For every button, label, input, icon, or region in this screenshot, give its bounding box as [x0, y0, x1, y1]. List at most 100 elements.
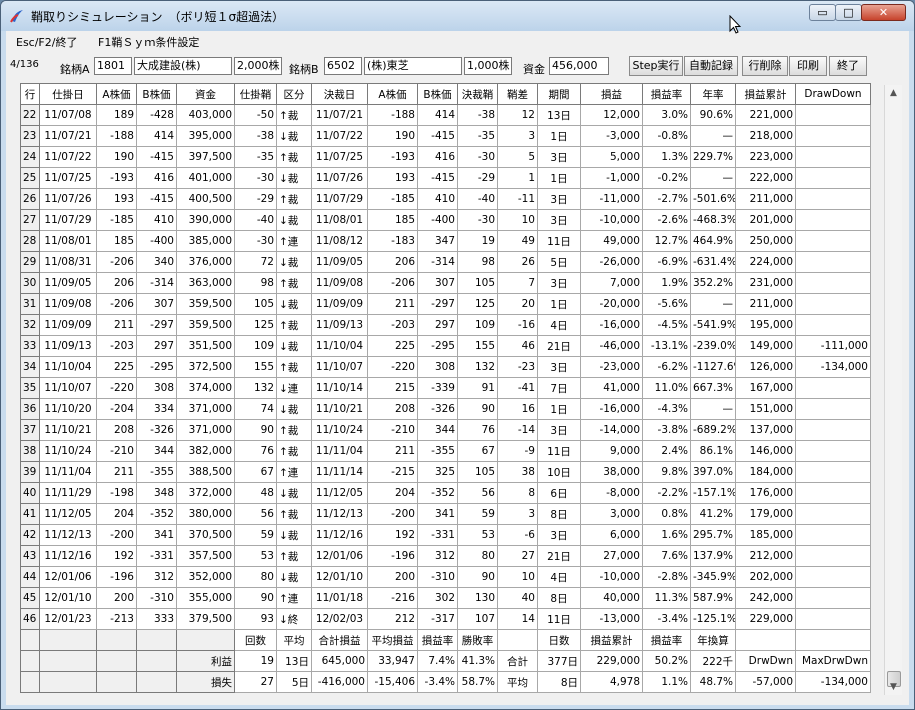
cell[interactable]: -125.1% [690, 608, 736, 630]
cell[interactable]: 80 [457, 545, 498, 567]
cell[interactable]: 302 [417, 587, 458, 609]
cell[interactable]: ↑連 [276, 461, 312, 483]
table-row[interactable]: 41 11/12/05 204 -352 380,000 56 ↑裁 11/12/13 -200… [20, 503, 871, 525]
cell[interactable]: -26,000 [580, 251, 643, 273]
cell[interactable]: — [690, 293, 736, 315]
cell[interactable]: 27 [20, 209, 40, 231]
cell[interactable]: -3.4% [417, 671, 458, 693]
cell[interactable]: -6.2% [642, 356, 691, 378]
cell[interactable]: -30 [457, 146, 498, 168]
cell[interactable]: — [690, 398, 736, 420]
cell[interactable]: 385,000 [176, 230, 235, 252]
table-row[interactable]: 23 11/07/21 -188 414 395,000 -38 ↓裁 11/07/22 190… [20, 125, 871, 147]
stock-b-name-field[interactable]: (株)東芝 [364, 57, 462, 75]
cell[interactable]: 11/12/16 [39, 545, 97, 567]
cell[interactable]: 105 [457, 272, 498, 294]
cell[interactable]: 40 [20, 482, 40, 504]
cell[interactable]: -2.8% [642, 566, 691, 588]
cell[interactable]: 242,000 [735, 587, 796, 609]
cell[interactable] [795, 230, 871, 252]
cell[interactable]: 11/11/29 [39, 482, 97, 504]
cell[interactable]: ↓裁 [276, 482, 312, 504]
cell[interactable]: 11日 [537, 230, 581, 252]
cell[interactable]: 225 [96, 356, 137, 378]
cell[interactable]: 23 [20, 125, 40, 147]
cell[interactable]: ↑裁 [276, 440, 312, 462]
cell[interactable]: 388,500 [176, 461, 235, 483]
cell[interactable]: DrawDown [795, 83, 871, 105]
cell[interactable] [795, 314, 871, 336]
cell[interactable]: 193 [367, 167, 418, 189]
cell[interactable]: -339 [417, 377, 458, 399]
cell[interactable]: 59 [234, 524, 277, 546]
cell[interactable]: -196 [367, 545, 418, 567]
cell[interactable]: 224,000 [735, 251, 796, 273]
cell[interactable]: 21日 [537, 335, 581, 357]
cell[interactable]: 390,000 [176, 209, 235, 231]
cell[interactable]: -206 [96, 251, 137, 273]
cell[interactable]: 363,000 [176, 272, 235, 294]
cell[interactable]: 6日 [537, 482, 581, 504]
cell[interactable]: A株価 [367, 83, 418, 105]
cell[interactable]: -30 [234, 230, 277, 252]
cell[interactable]: 347 [417, 230, 458, 252]
cell[interactable]: -415 [136, 188, 177, 210]
cell[interactable]: B株価 [417, 83, 458, 105]
cell[interactable]: 229,000 [735, 608, 796, 630]
cell[interactable]: 48 [234, 482, 277, 504]
capital-field[interactable]: 456,000 [549, 57, 609, 75]
cell[interactable]: 行 [20, 83, 40, 105]
table-row[interactable]: 38 11/10/24 -210 344 382,000 76 ↑裁 11/11/04 211-… [20, 440, 871, 462]
cell[interactable]: -50 [234, 104, 277, 126]
cell[interactable]: 2.4% [642, 440, 691, 462]
cell[interactable] [96, 671, 137, 693]
cell[interactable]: 229,000 [580, 650, 643, 672]
cell[interactable]: -111,000 [795, 335, 871, 357]
cell[interactable]: 11/09/09 [311, 293, 368, 315]
cell[interactable]: -204 [96, 398, 137, 420]
cell[interactable]: -331 [136, 545, 177, 567]
cell[interactable]: 3 [497, 503, 538, 525]
cell[interactable]: ↑連 [276, 587, 312, 609]
cell[interactable] [795, 482, 871, 504]
cell[interactable]: 33,947 [367, 650, 418, 672]
cell[interactable]: 80 [234, 566, 277, 588]
cell[interactable]: 211 [367, 293, 418, 315]
cell[interactable]: 109 [234, 335, 277, 357]
cell[interactable]: 38,000 [580, 461, 643, 483]
cell[interactable]: 67 [234, 461, 277, 483]
cell[interactable]: -206 [367, 272, 418, 294]
table-row[interactable]: 40 11/11/29 -198 348 372,000 48 ↓裁 11/12/05 204-… [20, 482, 871, 504]
cell[interactable]: 333 [136, 608, 177, 630]
cell[interactable]: -295 [417, 335, 458, 357]
cell[interactable]: 416 [136, 167, 177, 189]
cell[interactable]: 56 [234, 503, 277, 525]
cell[interactable]: 50.2% [642, 650, 691, 672]
cell[interactable]: -40 [234, 209, 277, 231]
delete-row-button[interactable]: 行削除 [742, 56, 788, 76]
auto-record-button[interactable]: 自動記録 [684, 56, 738, 76]
cell[interactable] [96, 629, 137, 651]
cell[interactable]: 93 [234, 608, 277, 630]
cell[interactable]: -29 [234, 188, 277, 210]
cell[interactable]: -416,000 [311, 671, 368, 693]
cell[interactable]: 155 [457, 335, 498, 357]
cell[interactable]: -13,000 [580, 608, 643, 630]
cell[interactable]: 5日 [537, 251, 581, 273]
cell[interactable]: 3,000 [580, 503, 643, 525]
cell[interactable]: -23 [497, 356, 538, 378]
table-row[interactable]: 32 11/09/09 211 -297 359,500 125 ↑裁 11/09/13 -20… [20, 314, 871, 336]
cell[interactable]: 218,000 [735, 125, 796, 147]
table-row[interactable]: 26 11/07/26 193 -415 400,500 -29 ↑裁 11/07/29 -18… [20, 188, 871, 210]
table-row[interactable]: 45 12/01/10 200 -310 355,000 90 ↑連 11/01/18 -216… [20, 587, 871, 609]
cell[interactable]: 397,500 [176, 146, 235, 168]
cell[interactable]: 12,000 [580, 104, 643, 126]
cell[interactable]: 334 [136, 398, 177, 420]
cell[interactable]: ↓裁 [276, 251, 312, 273]
cell[interactable]: -41 [497, 377, 538, 399]
cell[interactable]: 10 [497, 566, 538, 588]
cell[interactable]: 211,000 [735, 188, 796, 210]
cell[interactable]: 12/01/06 [311, 545, 368, 567]
cell[interactable]: ↑裁 [276, 314, 312, 336]
cell[interactable]: -5.6% [642, 293, 691, 315]
